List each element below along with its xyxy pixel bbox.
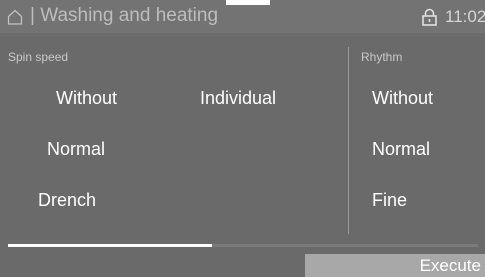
home-icon[interactable]	[7, 9, 23, 25]
spin-speed-option-without[interactable]: Without	[56, 87, 117, 109]
washing-heating-screen: | Washing and heating 11:02 Spin speed W…	[0, 0, 485, 277]
rhythm-option-without[interactable]: Without	[372, 87, 433, 109]
top-indicator	[226, 0, 270, 5]
execute-button[interactable]: Execute	[305, 254, 485, 277]
progress-fill	[8, 244, 213, 247]
spin-speed-label: Spin speed	[8, 50, 69, 64]
lock-icon	[422, 8, 437, 26]
execute-label: Execute	[419, 256, 481, 275]
clock-time: 11:02	[445, 7, 485, 26]
rhythm-option-normal[interactable]: Normal	[372, 138, 430, 160]
screen-title: | Washing and heating	[30, 5, 219, 26]
rhythm-option-fine[interactable]: Fine	[372, 189, 407, 211]
spin-speed-option-drench[interactable]: Drench	[38, 189, 96, 211]
rhythm-label: Rhythm	[361, 50, 403, 64]
spin-speed-option-normal[interactable]: Normal	[47, 138, 105, 160]
progress-track	[8, 244, 478, 247]
spin-speed-option-individual[interactable]: Individual	[200, 87, 276, 109]
column-divider	[348, 47, 349, 234]
